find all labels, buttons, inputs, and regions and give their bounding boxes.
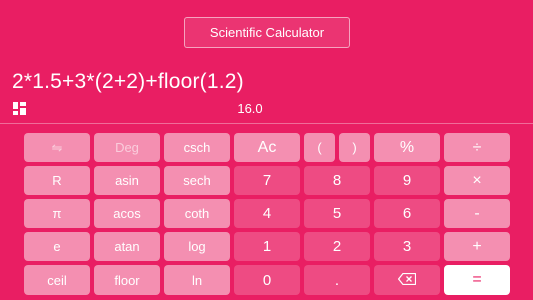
deg-label: Deg	[115, 140, 139, 155]
multiply-button[interactable]: ×	[444, 166, 510, 195]
digit-0-button[interactable]: 0	[234, 265, 300, 295]
backspace-icon	[397, 272, 417, 289]
divider	[0, 123, 533, 124]
minus-button[interactable]: -	[444, 199, 510, 228]
backspace-button[interactable]	[374, 265, 440, 295]
result-display: 16.0	[237, 101, 263, 116]
digit-5-button[interactable]: 5	[304, 199, 370, 228]
digit-7-button[interactable]: 7	[234, 166, 300, 195]
expression-display: 2*1.5+3*(2+2)+floor(1.2)	[12, 70, 244, 93]
coth-button[interactable]: coth	[164, 199, 230, 228]
digit-8-button[interactable]: 8	[304, 166, 370, 195]
equals-button[interactable]: =	[444, 265, 510, 295]
sech-button[interactable]: sech	[164, 166, 230, 195]
grid-menu-icon[interactable]	[13, 102, 26, 115]
digit-6-button[interactable]: 6	[374, 199, 440, 228]
decimal-point-button[interactable]: .	[304, 265, 370, 295]
e-button[interactable]: e	[24, 232, 90, 261]
digit-9-button[interactable]: 9	[374, 166, 440, 195]
floor-button[interactable]: floor	[94, 265, 160, 295]
percent-button[interactable]: %	[374, 133, 440, 162]
deg-button[interactable]: Deg	[94, 133, 160, 162]
acos-button[interactable]: acos	[94, 199, 160, 228]
right-paren-button[interactable]: )	[339, 133, 370, 162]
r-button[interactable]: R	[24, 166, 90, 195]
digit-2-button[interactable]: 2	[304, 232, 370, 261]
csch-button[interactable]: csch	[164, 133, 230, 162]
plus-button[interactable]: +	[444, 232, 510, 261]
left-paren-button[interactable]: (	[304, 133, 335, 162]
ln-button[interactable]: ln	[164, 265, 230, 295]
digit-1-button[interactable]: 1	[234, 232, 300, 261]
swap-button[interactable]: ⇋	[24, 133, 90, 162]
digit-3-button[interactable]: 3	[374, 232, 440, 261]
ceil-button[interactable]: ceil	[24, 265, 90, 295]
divide-button[interactable]: ÷	[444, 133, 510, 162]
pi-button[interactable]: π	[24, 199, 90, 228]
asin-button[interactable]: asin	[94, 166, 160, 195]
swap-arrows-icon: ⇋	[51, 139, 63, 155]
digit-4-button[interactable]: 4	[234, 199, 300, 228]
title-button[interactable]: Scientific Calculator	[184, 17, 350, 48]
clear-button[interactable]: Ac	[234, 133, 300, 162]
log-button[interactable]: log	[164, 232, 230, 261]
atan-button[interactable]: atan	[94, 232, 160, 261]
